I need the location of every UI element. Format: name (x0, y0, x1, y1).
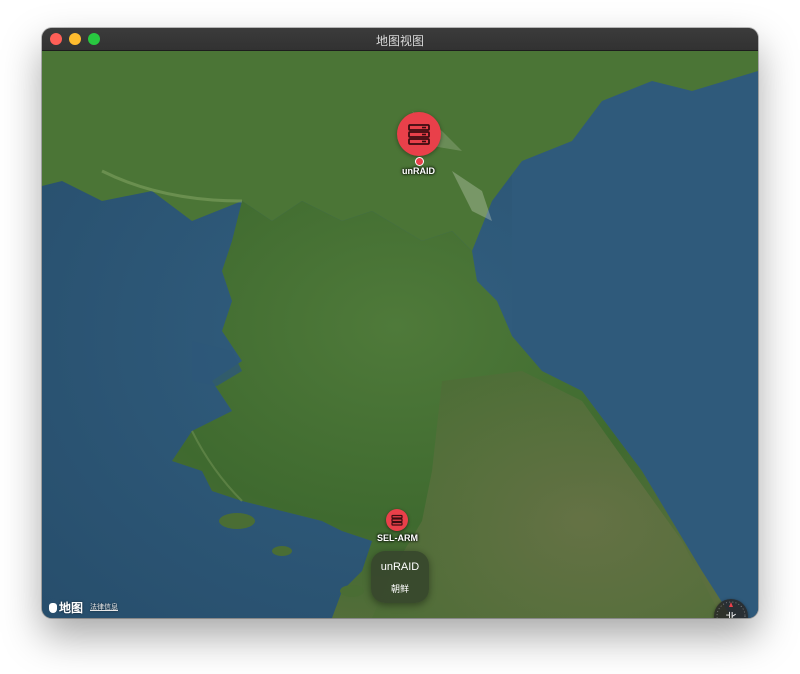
title-bar: 地图视图 (42, 28, 758, 51)
map-pin-unraid[interactable] (397, 112, 441, 156)
maps-brand: 地图 (49, 599, 83, 616)
app-window: 地图视图 unRAID SEL-ARM unRAID 朝鲜 地图 法律信息 北 (42, 28, 758, 618)
compass-north-label: 北 (725, 612, 737, 618)
server-icon (391, 514, 403, 526)
server-icon (408, 124, 430, 145)
window-title: 地图视图 (375, 34, 424, 48)
pin-callout[interactable]: unRAID 朝鲜 (371, 551, 429, 603)
map-view[interactable]: unRAID SEL-ARM unRAID 朝鲜 地图 法律信息 北 (42, 51, 758, 618)
brand-text: 地图 (59, 601, 84, 615)
legal-link[interactable]: 法律信息 (90, 602, 118, 612)
callout-subtitle: 朝鲜 (390, 584, 409, 594)
map-pin-sel-arm[interactable] (386, 509, 408, 531)
compass-button[interactable]: 北 (714, 599, 748, 618)
pin-label-sel-arm: SEL-ARM (377, 533, 418, 543)
pin-label-unraid: unRAID (402, 166, 435, 176)
apple-logo-icon (49, 603, 57, 613)
pin-anchor-dot (415, 157, 424, 166)
callout-title: unRAID (380, 561, 420, 573)
